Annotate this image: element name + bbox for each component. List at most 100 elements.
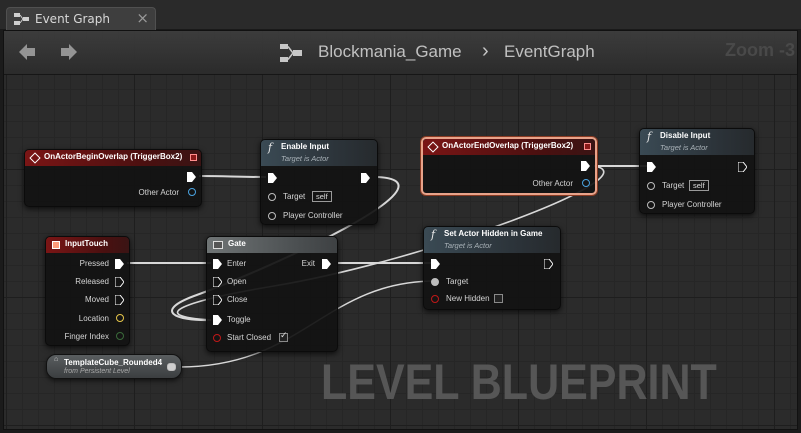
- vector-pin[interactable]: [116, 314, 124, 322]
- node-title: Disable Input: [660, 131, 711, 140]
- exec-out-pin[interactable]: [187, 172, 196, 182]
- pin-location: Location: [78, 314, 109, 323]
- exec-out-pin[interactable]: [115, 259, 124, 269]
- pin-target: Target: [283, 192, 306, 201]
- event-graph-icon: [14, 13, 29, 25]
- start-closed-checkbox[interactable]: [279, 331, 288, 342]
- arrow-left-icon[interactable]: [16, 41, 38, 63]
- exec-in-pin[interactable]: [213, 277, 222, 287]
- exec-out-pin[interactable]: [115, 295, 124, 305]
- node-gate[interactable]: Gate Enter Exit Open Close Toggle Start …: [206, 236, 338, 352]
- tab-bar: Event Graph ×: [0, 0, 801, 30]
- node-input-touch[interactable]: InputTouch Pressed Released Moved Locati…: [45, 236, 130, 346]
- new-hidden-checkbox[interactable]: [494, 294, 503, 303]
- bool-pin[interactable]: [213, 334, 221, 342]
- pin-pressed: Pressed: [79, 259, 109, 268]
- node-title: OnActorBeginOverlap (TriggerBox2): [44, 152, 183, 161]
- delegate-pin[interactable]: [190, 154, 197, 161]
- target-pin[interactable]: [268, 193, 276, 201]
- enum-pin[interactable]: [116, 332, 124, 340]
- node-header: f Set Actor Hidden in Game Target is Act…: [424, 227, 560, 253]
- pin-moved: Moved: [84, 295, 109, 304]
- close-icon[interactable]: ×: [136, 9, 149, 27]
- pin-target: Target: [446, 277, 469, 286]
- self-field[interactable]: self: [312, 191, 332, 202]
- node-set-actor-hidden[interactable]: f Set Actor Hidden in Game Target is Act…: [423, 226, 561, 310]
- node-subtitle: Target is Actor: [444, 241, 492, 250]
- exec-in-pin[interactable]: [213, 259, 222, 269]
- exec-out-pin[interactable]: [581, 161, 590, 171]
- arrow-right-icon[interactable]: [58, 41, 80, 63]
- node-title: OnActorEndOverlap (TriggerBox2): [442, 141, 574, 150]
- node-enable-input[interactable]: f Enable Input Target is Actor Target se…: [260, 139, 378, 225]
- player-controller-pin[interactable]: [647, 201, 655, 209]
- actor-ref-icon: ⌂: [54, 356, 59, 363]
- pin-open: Open: [227, 277, 247, 286]
- touch-icon: [52, 241, 60, 249]
- node-title: Set Actor Hidden in Game: [444, 229, 543, 238]
- node-subtitle: from Persistent Level: [64, 368, 130, 375]
- pin-start-closed: Start Closed: [227, 333, 272, 342]
- chevron-right-icon: ›: [482, 40, 489, 62]
- exec-in-pin[interactable]: [213, 295, 222, 305]
- bool-pin[interactable]: [431, 295, 439, 303]
- node-on-actor-begin-overlap[interactable]: OnActorBeginOverlap (TriggerBox2) Other …: [24, 149, 202, 207]
- pin-released: Released: [75, 277, 109, 286]
- node-title: Gate: [228, 239, 246, 248]
- self-field[interactable]: self: [689, 180, 709, 191]
- blueprint-graph-icon: [280, 44, 302, 62]
- graph-canvas[interactable]: LEVEL BLUEPRINT Blockmania_Game › EventG…: [3, 30, 798, 430]
- pin-player-controller: Player Controller: [662, 200, 722, 209]
- exec-out-pin[interactable]: [322, 259, 331, 269]
- event-diamond-icon: [29, 152, 41, 164]
- node-template-cube-ref[interactable]: ⌂ TemplateCube_Rounded4 from Persistent …: [46, 354, 182, 379]
- zoom-level: Zoom -3: [725, 40, 795, 60]
- node-header: f Enable Input Target is Actor: [261, 140, 377, 166]
- function-icon: f: [431, 228, 436, 241]
- node-title: Enable Input: [281, 142, 329, 151]
- target-pin[interactable]: [431, 278, 439, 286]
- graph-header: Blockmania_Game › EventGraph Zoom -3: [4, 31, 797, 75]
- node-subtitle: Target is Actor: [281, 154, 329, 163]
- object-pin[interactable]: [582, 179, 590, 187]
- node-on-actor-end-overlap[interactable]: OnActorEndOverlap (TriggerBox2) Other Ac…: [421, 137, 597, 195]
- delegate-pin[interactable]: [584, 143, 591, 150]
- node-header: OnActorEndOverlap (TriggerBox2): [423, 139, 595, 155]
- pin-toggle: Toggle: [227, 315, 251, 324]
- exec-in-pin[interactable]: [647, 162, 656, 172]
- pin-other-actor: Other Actor: [138, 188, 179, 197]
- node-title: InputTouch: [65, 239, 108, 248]
- node-disable-input[interactable]: f Disable Input Target is Actor Target s…: [639, 128, 755, 214]
- pin-exit: Exit: [301, 259, 315, 268]
- pin-target: Target: [662, 181, 685, 190]
- node-subtitle: Target is Actor: [660, 143, 708, 152]
- exec-out-pin[interactable]: [738, 162, 747, 172]
- breadcrumb-game[interactable]: Blockmania_Game: [318, 42, 462, 62]
- gate-icon: [213, 241, 223, 249]
- pin-finger-index: Finger Index: [64, 332, 109, 341]
- pin-other-actor: Other Actor: [532, 179, 573, 188]
- exec-in-pin[interactable]: [268, 173, 277, 183]
- breadcrumb-event-graph[interactable]: EventGraph: [504, 42, 595, 62]
- exec-out-pin[interactable]: [544, 259, 553, 269]
- node-header: Gate: [207, 237, 337, 253]
- exec-in-pin[interactable]: [213, 315, 222, 325]
- exec-in-pin[interactable]: [431, 259, 440, 269]
- function-icon: f: [268, 141, 273, 154]
- exec-out-pin[interactable]: [361, 173, 370, 183]
- player-controller-pin[interactable]: [268, 212, 276, 220]
- target-pin[interactable]: [647, 182, 655, 190]
- node-header: OnActorBeginOverlap (TriggerBox2): [25, 150, 201, 166]
- wire-exec: [198, 175, 267, 178]
- event-diamond-icon: [427, 141, 439, 153]
- tab-event-graph[interactable]: Event Graph ×: [6, 7, 156, 30]
- pin-new-hidden: New Hidden: [446, 294, 490, 303]
- exec-out-pin[interactable]: [115, 277, 124, 287]
- pin-close: Close: [227, 295, 248, 304]
- object-pin[interactable]: [167, 363, 176, 371]
- node-title: TemplateCube_Rounded4: [64, 358, 163, 367]
- tab-label: Event Graph: [35, 12, 110, 26]
- pin-player-controller: Player Controller: [283, 211, 343, 220]
- node-header: f Disable Input Target is Actor: [640, 129, 754, 155]
- object-pin[interactable]: [188, 188, 196, 196]
